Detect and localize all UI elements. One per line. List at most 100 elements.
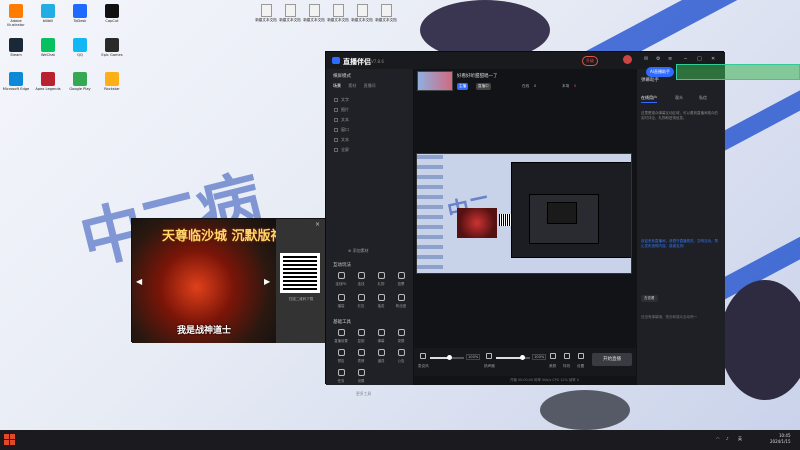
interact-tool-button[interactable]: 福袋 [332, 294, 350, 312]
desktop-app-icon[interactable]: Microsoft Edge [2, 70, 30, 104]
volume-icon[interactable]: ♪ [726, 436, 729, 441]
desktop-app-icon[interactable]: Epic Games [98, 36, 126, 70]
interact-tool-button[interactable]: 礼物 [372, 272, 390, 290]
add-source-button[interactable]: ⊕ 添加素材 [348, 248, 369, 254]
desktop-app-icon[interactable]: QQ [66, 36, 94, 70]
tool-icon [397, 272, 405, 279]
checkbox[interactable] [334, 138, 338, 142]
source-row[interactable]: 文字 [334, 97, 408, 106]
desktop-app-icon[interactable]: ToDesk [66, 2, 94, 36]
app-icon [105, 72, 119, 86]
chevron-left-icon[interactable]: ◀ [136, 277, 144, 287]
game-ad-window[interactable]: 天尊临沙城 沉默版神装 ◀ ▶ 我是战神道士 扫描二维码下载 × [131, 218, 326, 343]
orientation-mode-button[interactable]: 横屏模式 [333, 73, 351, 79]
desktop-app-icon[interactable]: Google Play [66, 70, 94, 104]
interact-tool-button[interactable]: 连线PK [332, 272, 350, 290]
gear-icon[interactable]: ⚙ [656, 56, 660, 62]
basic-tool-button[interactable]: 道具 [372, 349, 390, 367]
source-row[interactable]: 全屏 [334, 147, 408, 156]
basic-tool-button[interactable]: 公告 [392, 349, 410, 367]
source-row[interactable]: 窗口 [334, 127, 408, 136]
tool-icon [357, 272, 365, 279]
checkbox[interactable] [334, 98, 338, 102]
effects-icon[interactable] [564, 353, 570, 359]
ai-assistant-button[interactable]: AI直播助手 [646, 67, 674, 77]
beauty-icon[interactable] [550, 353, 556, 359]
basic-tool-button[interactable]: 复制 [352, 329, 370, 347]
chat-intro: 这里是观众弹幕互动区域，可以看到直播间观众的实时评论、礼物和进场信息。 [641, 111, 718, 120]
desktop-app-icon[interactable]: Rockstar [98, 70, 126, 104]
checkbox[interactable] [334, 128, 338, 132]
interact-tool-button[interactable]: 连线 [352, 272, 370, 290]
source-label: 文字 [341, 97, 349, 102]
stream-preview[interactable]: 中二 [416, 153, 632, 274]
desktop-app-icon[interactable]: Steam [2, 36, 30, 70]
interact-tool-button[interactable]: 抽奖 [372, 294, 390, 312]
tab-audience[interactable]: 观众 [675, 95, 683, 101]
speaker-volume-knob[interactable] [519, 355, 525, 360]
microphone-icon[interactable] [420, 353, 426, 359]
interact-section-title: 互动玩法 [333, 263, 351, 268]
basic-tool-button[interactable]: 表情 [352, 349, 370, 367]
mic-volume-value[interactable]: 100% [466, 354, 481, 360]
start-live-button[interactable]: 开始直播 [592, 353, 632, 366]
input-method[interactable]: 英 [738, 436, 742, 442]
message-icon[interactable]: ✉ [644, 56, 648, 62]
tool-label: 设置 [357, 379, 365, 383]
checkbox[interactable] [334, 108, 338, 112]
menu-icon[interactable]: ≡ [668, 56, 672, 62]
app-label: Apex Legends [35, 87, 61, 91]
tab-messages[interactable]: 私信 [699, 95, 707, 101]
tool-label: 粉丝团 [395, 304, 407, 308]
chevron-right-icon[interactable]: ▶ [264, 277, 272, 287]
mic-volume-knob[interactable] [446, 355, 452, 360]
view-button[interactable]: 去查看 [641, 295, 658, 302]
speaker-icon[interactable] [486, 353, 492, 359]
desktop-app-icon[interactable]: Apex Legends [34, 70, 62, 104]
interact-tool-button[interactable]: 粉丝团 [392, 294, 410, 312]
minimize-icon[interactable]: ─ [684, 56, 687, 62]
close-icon[interactable]: ✕ [711, 56, 715, 62]
basic-tool-button[interactable]: 弹幕 [372, 329, 390, 347]
room-title[interactable]: 好看好听甜甜唱一了 [457, 73, 498, 79]
tab-room[interactable]: 直播间 [364, 83, 376, 88]
speaker-volume-slider[interactable] [496, 355, 530, 360]
source-row[interactable]: 文本 [334, 137, 408, 146]
system-clock[interactable]: 10:45 2024/1/15 [770, 433, 791, 445]
checkbox[interactable] [334, 118, 338, 122]
interact-tool-button[interactable]: 红包 [352, 294, 370, 312]
desktop-app-icon[interactable]: bilibili [34, 2, 62, 36]
interact-tool-button[interactable]: 投票 [392, 272, 410, 290]
source-row[interactable]: 图片 [334, 107, 408, 116]
desktop-app-icon[interactable]: CapCut [98, 2, 126, 36]
tab-material[interactable]: 素材 [348, 83, 356, 88]
source-label: 图片 [341, 107, 349, 112]
desktop-file-icon[interactable]: 新建文本文档 [372, 2, 400, 34]
basic-tool-button[interactable]: 任务 [332, 369, 350, 387]
tab-online-users[interactable]: 在线用户 [641, 95, 657, 103]
tab-scene[interactable]: 场景 [333, 83, 341, 88]
room-cover[interactable] [417, 71, 453, 91]
streaming-app-window: 直播伴侣 V7.8.6 升级 ✉ ⚙ ≡ ─ □ ✕ 横屏模式 场景 素材 直播… [325, 51, 725, 396]
maximize-icon[interactable]: □ [697, 56, 702, 62]
wifi-icon[interactable]: ◠ [716, 436, 720, 441]
desktop-app-icon[interactable]: Adobe Illustrator [2, 2, 30, 36]
source-label: 文本 [341, 137, 349, 142]
basic-tool-button[interactable]: 直播设置 [332, 329, 350, 347]
desktop-app-icon[interactable]: WeChat [34, 36, 62, 70]
basic-tool-button[interactable]: 录屏 [392, 329, 410, 347]
start-icon[interactable] [4, 434, 16, 446]
basic-tool-button[interactable]: 设置 [352, 369, 370, 387]
checkbox[interactable] [334, 148, 338, 152]
upgrade-button[interactable]: 升级 [582, 56, 598, 66]
tool-icon [397, 349, 405, 356]
avatar[interactable] [623, 55, 632, 64]
speaker-volume-value[interactable]: 100% [532, 354, 547, 360]
ad-subtitle: 我是战神道士 [176, 326, 231, 336]
more-tools-button[interactable]: 更多工具 [356, 391, 371, 397]
gear-icon[interactable] [578, 353, 584, 359]
mic-volume-slider[interactable] [430, 355, 464, 360]
basic-tool-button[interactable]: 预告 [332, 349, 350, 367]
source-row[interactable]: 文本 [334, 117, 408, 126]
close-icon[interactable]: × [315, 221, 320, 228]
